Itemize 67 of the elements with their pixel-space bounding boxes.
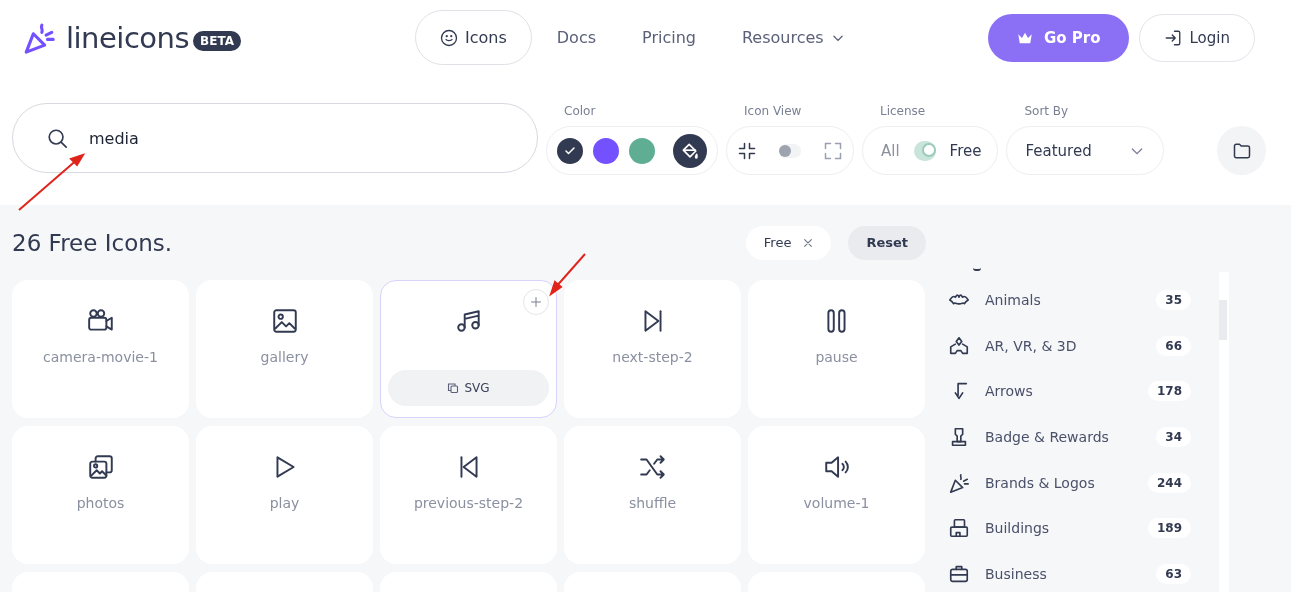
login-icon	[1163, 28, 1182, 47]
collapse-icon	[737, 140, 757, 161]
icon-name: next-step-2	[612, 349, 693, 365]
nav-link[interactable]: Docs	[535, 10, 618, 65]
license-option[interactable]: Free	[949, 141, 988, 160]
icon-name: pause	[815, 349, 858, 365]
search-icon	[46, 127, 68, 149]
filter-label: Sort By	[1023, 104, 1070, 118]
icon-name: photos	[76, 495, 125, 511]
category-icon	[948, 471, 970, 494]
count-badge: 178	[1147, 381, 1191, 402]
copy-icon	[447, 382, 460, 394]
expand-icon	[823, 140, 843, 161]
paint-bucket-button[interactable]	[673, 133, 707, 168]
smiley-icon	[440, 28, 458, 47]
icon-card[interactable]: SVG	[380, 280, 557, 418]
logo-text[interactable]: lineicons	[66, 20, 190, 55]
filter-chip[interactable]: Free	[745, 225, 832, 260]
go-pro-button[interactable]: Go Pro	[988, 13, 1129, 62]
icon-name: gallery	[260, 349, 309, 365]
photos-icon	[86, 453, 115, 481]
check-icon	[564, 144, 576, 157]
icon-name: volume-1	[803, 495, 870, 511]
volume-1-icon	[822, 453, 851, 481]
icon-name: shuffle	[628, 495, 677, 511]
nav-link[interactable]: Resources	[720, 10, 866, 65]
category-icon	[948, 517, 970, 540]
filter-label: Color	[563, 104, 597, 118]
category-item[interactable]: Badge & Rewards 34	[948, 419, 1191, 455]
license-toggle[interactable]	[913, 140, 936, 161]
folder-button[interactable]	[1217, 126, 1266, 175]
count-badge: 34	[1156, 427, 1191, 447]
color-swatch[interactable]	[557, 137, 583, 164]
results-title: 26 Free Icons.	[12, 229, 173, 256]
copy-svg-button[interactable]: SVG	[388, 370, 549, 406]
count-badge: 244	[1147, 472, 1191, 493]
icon-name: camera-movie-1	[43, 349, 158, 365]
category-item[interactable]: AR, VR, & 3D 66	[948, 327, 1191, 364]
category-item[interactable]: Brands & Logos 244	[948, 464, 1191, 501]
shuffle-icon	[638, 453, 667, 481]
category-item[interactable]: Business 63	[948, 556, 1191, 592]
add-button[interactable]	[523, 289, 549, 315]
count-badge: 63	[1156, 564, 1191, 585]
filter-label: Icon View	[743, 104, 803, 118]
color-swatch[interactable]	[629, 137, 655, 164]
count-badge: 66	[1156, 335, 1191, 356]
music-icon	[454, 307, 483, 335]
color-swatch[interactable]	[593, 137, 619, 164]
annotation-arrow	[17, 152, 87, 212]
category-icon	[948, 334, 970, 357]
category-item[interactable]: Arrows 178	[948, 373, 1191, 410]
plus-icon	[530, 296, 542, 308]
beta-badge: BETA	[193, 30, 241, 51]
gallery-icon	[270, 307, 299, 335]
nav-link[interactable]: Pricing	[621, 10, 717, 65]
icon-name: previous-step-2	[413, 495, 524, 511]
annotation-arrow	[547, 252, 587, 297]
count-badge: 189	[1147, 518, 1191, 539]
count-badge: 35	[1156, 289, 1191, 310]
search-field[interactable]: media	[12, 103, 538, 173]
icon-name: play	[269, 495, 300, 511]
category-item[interactable]: Animals 35	[948, 282, 1191, 318]
view-toggle[interactable]	[779, 143, 801, 158]
close-icon	[803, 237, 814, 248]
category-item[interactable]: Buildings 189	[948, 510, 1191, 547]
filter-label: License	[879, 104, 927, 118]
reset-button[interactable]: Reset	[848, 225, 926, 260]
